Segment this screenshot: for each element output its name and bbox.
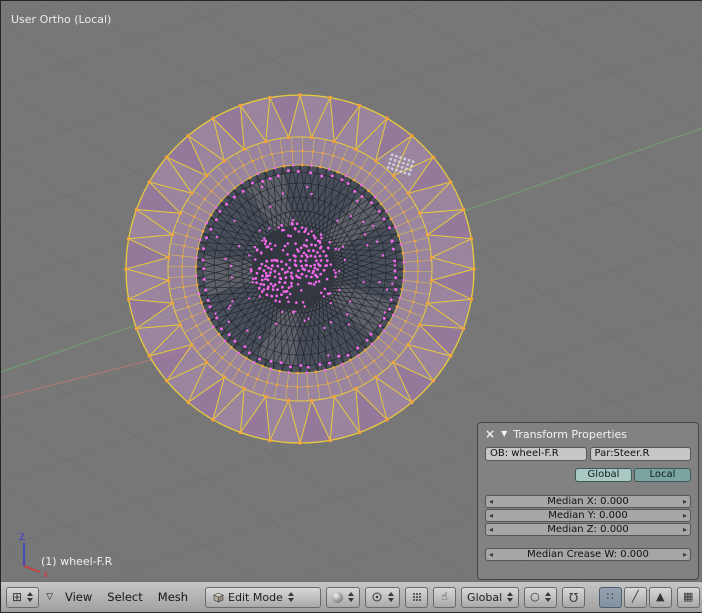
panel-collapse-icon[interactable]: ▼: [501, 427, 507, 441]
x-axis-label: x: [43, 570, 49, 580]
editor-type-button[interactable]: ⊞: [6, 586, 40, 608]
manipulator-button[interactable]: [405, 586, 429, 608]
occlude-geometry-icon: ▦: [683, 590, 694, 603]
widget-hand-button[interactable]: ☝: [433, 586, 457, 608]
viewport-header: ⊞ ▽ View Select Mesh Edit Mode ☝ Global …: [1, 581, 702, 612]
mode-dropdown[interactable]: Edit Mode: [205, 586, 322, 608]
ob-name-field[interactable]: OB: wheel-F.R: [485, 447, 587, 461]
edge-select-button[interactable]: ╱: [623, 586, 647, 608]
snap-button[interactable]: Ω: [561, 586, 585, 608]
shading-dropdown[interactable]: [326, 586, 361, 608]
crease-row: ◂ Median Crease W: 0.000 ▸: [485, 548, 691, 561]
dropdown-arrows-icon: [287, 592, 294, 602]
mode-label: Edit Mode: [228, 590, 283, 604]
dropdown-arrows-icon: [27, 592, 34, 602]
parent-name-field[interactable]: Par:Steer.R: [589, 447, 691, 461]
vertex-mode-icon: ∷: [606, 590, 614, 603]
global-button[interactable]: Global: [575, 468, 632, 482]
manipulator-dots-icon: [412, 593, 421, 602]
median-x-value: Median X: 0.000: [547, 496, 629, 507]
object-name-label: (1) wheel-F.R: [41, 555, 113, 568]
orientation-label: Global: [467, 590, 503, 604]
dropdown-arrows-icon: [348, 592, 355, 602]
local-button[interactable]: Local: [634, 468, 691, 482]
transform-properties-panel[interactable]: × ▼ Transform Properties OB: wheel-F.R P…: [477, 422, 699, 580]
menu-view[interactable]: View: [60, 590, 97, 604]
slider-right-arrow-icon[interactable]: ▸: [683, 549, 687, 560]
collapse-triangle-icon: ▽: [46, 592, 53, 602]
panel-header: × ▼ Transform Properties: [485, 426, 691, 442]
blender-window: User Ortho (Local) Z x (1) wheel-F.R × ▼…: [0, 0, 702, 613]
proportional-dropdown[interactable]: ○: [524, 586, 557, 608]
median-y-slider[interactable]: ◂ Median Y: 0.000 ▸: [485, 509, 691, 522]
slider-right-arrow-icon[interactable]: ▸: [683, 524, 687, 535]
panel-close-icon[interactable]: ×: [485, 427, 495, 441]
dropdown-arrows-icon: [388, 592, 395, 602]
x-axis-line: [23, 565, 41, 573]
3d-viewport[interactable]: User Ortho (Local) Z x (1) wheel-F.R × ▼…: [1, 1, 702, 583]
slider-right-arrow-icon[interactable]: ▸: [683, 496, 687, 507]
slider-right-arrow-icon[interactable]: ▸: [683, 510, 687, 521]
menu-mesh[interactable]: Mesh: [153, 590, 193, 604]
dropdown-arrows-icon: [507, 592, 514, 602]
face-select-button[interactable]: ▲: [648, 586, 672, 608]
view-orientation-label: User Ortho (Local): [11, 13, 112, 26]
median-x-slider[interactable]: ◂ Median X: 0.000 ▸: [485, 495, 691, 508]
median-z-value: Median Z: 0.000: [547, 524, 629, 535]
pivot-dropdown[interactable]: [365, 586, 401, 608]
median-sliders: ◂ Median X: 0.000 ▸ ◂ Median Y: 0.000 ▸ …: [485, 495, 691, 536]
shading-sphere-icon: [332, 591, 344, 603]
hand-icon: ☝: [441, 590, 448, 603]
median-crease-value: Median Crease W: 0.000: [527, 549, 649, 560]
vertex-select-button[interactable]: ∷: [598, 586, 622, 608]
editor-type-grid-icon: ⊞: [12, 590, 23, 604]
face-mode-icon: ▲: [656, 590, 665, 603]
edge-mode-icon: ╱: [631, 590, 639, 603]
median-crease-slider[interactable]: ◂ Median Crease W: 0.000 ▸: [485, 548, 691, 561]
panel-title: Transform Properties: [513, 427, 628, 441]
orientation-dropdown[interactable]: Global: [461, 586, 520, 608]
median-z-slider[interactable]: ◂ Median Z: 0.000 ▸: [485, 523, 691, 536]
menu-select[interactable]: Select: [102, 590, 147, 604]
occlude-button[interactable]: ▦: [676, 586, 700, 608]
space-toggle-row: Global Local: [485, 468, 691, 482]
dropdown-arrows-icon: [544, 592, 551, 602]
editmode-cube-icon: [213, 592, 224, 603]
median-y-value: Median Y: 0.000: [548, 510, 628, 521]
pivot-center-icon: [372, 592, 382, 602]
magnet-icon: Ω: [568, 590, 578, 604]
z-axis-label: Z: [19, 533, 25, 543]
select-mode-group: ∷ ╱ ▲: [598, 586, 672, 608]
proportional-circle-icon: ○: [530, 590, 540, 603]
collapse-menus-button[interactable]: ▽: [44, 587, 55, 608]
name-fields-row: OB: wheel-F.R Par:Steer.R: [485, 447, 691, 461]
